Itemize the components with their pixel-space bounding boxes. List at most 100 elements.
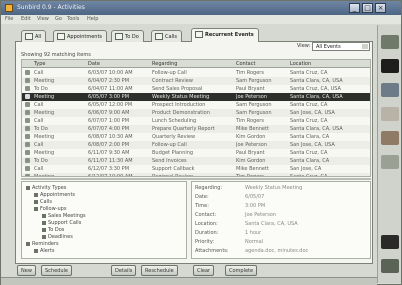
- table-cell: Lunch Scheduling: [152, 118, 197, 124]
- phone-icon[interactable]: [381, 235, 399, 249]
- table-cell: 6/12/07 10:00 AM: [88, 174, 133, 177]
- title-bar[interactable]: Sunbird 0.9 - Activities _ □ ×: [1, 1, 401, 15]
- folder-icon: [26, 185, 30, 190]
- hand-icon[interactable]: [381, 155, 399, 169]
- tab-recurrent-events[interactable]: Recurrent Events: [191, 28, 259, 42]
- minimize-button[interactable]: _: [349, 3, 360, 13]
- folder-icon: [42, 220, 46, 225]
- tab-strip: All Appointments To Do Calls Recurrent E…: [15, 28, 275, 42]
- tree-item-label: Activity Types: [32, 185, 67, 191]
- pane-splitter[interactable]: [21, 178, 371, 180]
- table-cell: Contract Review: [152, 78, 193, 84]
- table-cell: Product Demonstration: [152, 110, 210, 116]
- table-row[interactable]: Call 6/12/07 3:30 PM Support Callback Mike …: [22, 165, 370, 173]
- complete-button[interactable]: Complete: [225, 265, 258, 276]
- table-row[interactable]: To Do 6/11/07 11:30 AM Send Invoices Kim Go…: [22, 157, 370, 165]
- column-header[interactable]: Date: [88, 61, 100, 67]
- table-cell: Santa Clara, CA: [290, 134, 330, 140]
- table-cell: Paul Bryant: [236, 86, 265, 92]
- tab-appointments[interactable]: Appointments: [53, 30, 108, 42]
- table-cell: Santa Cruz, CA: [290, 118, 328, 124]
- tab-all[interactable]: All: [21, 30, 47, 42]
- details-button[interactable]: Details: [111, 265, 137, 276]
- table-cell: San Jose, CA, USA: [290, 110, 335, 116]
- tree-item[interactable]: Sales Meetings: [42, 213, 86, 219]
- field-value[interactable]: Weekly Status Meeting: [245, 185, 302, 191]
- close-button[interactable]: ×: [375, 3, 386, 13]
- schedule-button[interactable]: Schedule: [41, 265, 72, 276]
- menu-help[interactable]: Help: [87, 16, 98, 22]
- menu-view[interactable]: View: [37, 16, 49, 22]
- menu-file[interactable]: File: [5, 16, 13, 22]
- field-value[interactable]: 3:00 PM: [245, 203, 265, 209]
- tree-item-label: Deadlines: [48, 234, 73, 240]
- column-header[interactable]: Contact: [236, 61, 255, 67]
- field-label: Priority:: [195, 239, 215, 245]
- mail-icon[interactable]: [381, 83, 399, 97]
- tree-item[interactable]: Activity Types: [26, 185, 66, 191]
- tree-item[interactable]: Calls: [34, 199, 52, 205]
- folder-icon: [34, 192, 38, 197]
- column-header[interactable]: Type: [34, 61, 45, 67]
- view-select[interactable]: All Events: [312, 42, 370, 51]
- table-row[interactable]: Call 6/08/07 2:00 PM Follow-up Call Joe Pet…: [22, 141, 370, 149]
- activity-type-icon: [25, 70, 30, 75]
- calendar-icon[interactable]: [381, 59, 399, 73]
- table-cell: Mike Bennett: [236, 126, 269, 132]
- field-value[interactable]: Normal: [245, 239, 263, 245]
- folder-icon: [26, 241, 30, 246]
- table-row[interactable]: Call 6/03/07 10:00 AM Follow-up Call Tim Ro…: [22, 69, 370, 77]
- table-row[interactable]: Meeting 6/04/07 2:30 PM Contract Review Sam…: [22, 77, 370, 85]
- field-value[interactable]: 6/05/07: [245, 194, 264, 200]
- contacts-icon[interactable]: [381, 35, 399, 49]
- tab-label: All: [35, 34, 42, 40]
- tree-item[interactable]: Support Calls: [42, 220, 81, 226]
- table-cell: Call: [34, 166, 44, 172]
- tasks-icon[interactable]: [381, 131, 399, 145]
- clear-button[interactable]: Clear: [193, 265, 215, 276]
- menu-go[interactable]: Go: [55, 16, 62, 22]
- table-row[interactable]: To Do 6/07/07 4:00 PM Prepare Quarterly Re…: [22, 125, 370, 133]
- table-row[interactable]: Call 6/05/07 12:00 PM Prospect Introductio…: [22, 101, 370, 109]
- new-button[interactable]: New: [17, 265, 36, 276]
- activity-type-icon: [25, 94, 30, 99]
- table-row[interactable]: To Do 6/04/07 11:00 AM Send Sales Proposal…: [22, 85, 370, 93]
- column-header[interactable]: Location: [290, 61, 311, 67]
- tab-calls[interactable]: Calls: [151, 30, 182, 42]
- table-row[interactable]: Meeting 6/06/07 9:00 AM Product Demonstrat…: [22, 109, 370, 117]
- tree-item[interactable]: Reminders: [26, 241, 59, 247]
- column-header[interactable]: Regarding: [152, 61, 177, 67]
- table-cell: To Do: [34, 86, 48, 92]
- tree-item-label: To Dos: [48, 227, 65, 233]
- tree-item[interactable]: Follow-ups: [34, 206, 66, 212]
- menu-edit[interactable]: Edit: [21, 16, 31, 22]
- field-value[interactable]: Joe Peterson: [245, 212, 276, 218]
- tree-item[interactable]: Appointments: [34, 192, 75, 198]
- menu-tools[interactable]: Tools: [67, 16, 79, 22]
- field-value[interactable]: agenda.doc, minutes.doc: [245, 248, 308, 254]
- view-select-value: All Events: [316, 44, 341, 50]
- table-cell: Follow-up Call: [152, 70, 187, 76]
- table-row[interactable]: Meeting 6/05/07 3:00 PM Weekly Status Meet…: [22, 93, 370, 101]
- tree-item[interactable]: Alerts: [34, 248, 55, 254]
- tab-to-do[interactable]: To Do: [111, 30, 144, 42]
- table-row[interactable]: Call 6/07/07 1:00 PM Lunch Scheduling Tim R…: [22, 117, 370, 125]
- maximize-button[interactable]: □: [362, 3, 373, 13]
- app-window: Sunbird 0.9 - Activities _ □ × File Edit…: [0, 0, 402, 285]
- reschedule-button[interactable]: Reschedule: [141, 265, 178, 276]
- activity-type-icon: [25, 166, 30, 171]
- tree-item[interactable]: Deadlines: [42, 234, 73, 240]
- notes-icon[interactable]: [381, 107, 399, 121]
- table-cell: Follow-up Call: [152, 142, 187, 148]
- field-value[interactable]: Santa Clara, CA, USA: [245, 221, 298, 227]
- table-row[interactable]: Meeting 6/08/07 10:30 AM Quarterly Review K…: [22, 133, 370, 141]
- tab-label: Appointments: [67, 34, 103, 40]
- table-cell: Santa Clara, CA, USA: [290, 94, 343, 100]
- tree-item[interactable]: To Dos: [42, 227, 64, 233]
- table-row[interactable]: Meeting 6/11/07 9:30 AM Budget Planning Pau…: [22, 149, 370, 157]
- table-row[interactable]: Meeting 6/12/07 10:00 AM Regional Review Ti…: [22, 173, 370, 177]
- repeat-icon: [195, 31, 203, 38]
- list-icon: [25, 33, 33, 40]
- exit-icon[interactable]: [381, 259, 399, 273]
- field-value[interactable]: 1 hour: [245, 230, 261, 236]
